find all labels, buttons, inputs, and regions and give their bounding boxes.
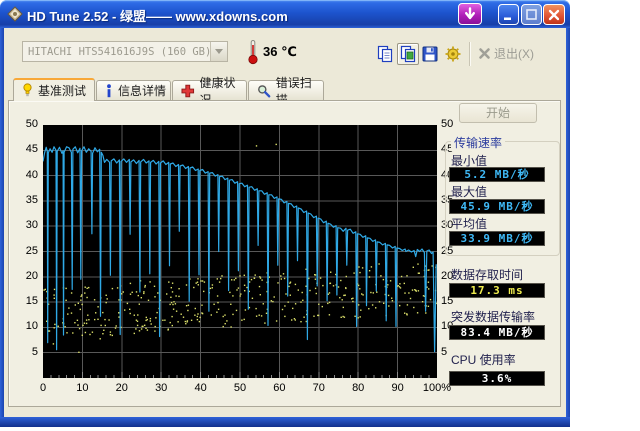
info-icon: [107, 83, 111, 97]
magnifier-icon: [258, 84, 271, 97]
y-left-tick-label: 35: [25, 193, 38, 206]
transfer-rate-group-title: 传输速率: [451, 134, 506, 151]
drive-select-value: HITACHI HTS541616J9S (160 GB): [28, 45, 210, 58]
lamp-icon: [23, 83, 32, 97]
access-time-display: 17.3 ms: [449, 283, 545, 298]
tab-info[interactable]: 信息详情: [96, 80, 171, 100]
x-tick-label: 20: [115, 382, 128, 394]
avg-value-display: 33.9 MB/秒: [449, 231, 545, 246]
minimize-button[interactable]: [498, 4, 519, 25]
y-left-tick-label: 25: [25, 244, 38, 257]
y-left-tick-label: 40: [25, 168, 38, 181]
exit-button[interactable]: 退出(X): [478, 45, 534, 62]
burst-rate-display: 83.4 MB/秒: [449, 325, 545, 340]
y-left-tick-label: 20: [25, 269, 38, 282]
tab-health[interactable]: 健康状况: [172, 76, 247, 107]
maximize-button[interactable]: [521, 4, 542, 25]
y-left-tick-label: 5: [31, 345, 38, 358]
tab-benchmark[interactable]: 基准测试: [13, 78, 95, 101]
y-left-tick-label: 45: [25, 143, 38, 156]
window-border-right: [566, 28, 570, 417]
tab-info-label: 信息详情: [118, 84, 167, 98]
titlebar[interactable]: HD Tune 2.52 - 绿盟—— www.xdowns.com: [0, 0, 570, 28]
tab-benchmark-label: 基准测试: [38, 84, 87, 98]
benchmark-chart: [43, 125, 437, 378]
window-border-left: [0, 28, 4, 417]
exit-button-label: 退出(X): [494, 47, 534, 61]
copy-icon: [377, 45, 393, 63]
avg-label: 平均值: [451, 217, 488, 231]
y-left-tick-label: 30: [25, 219, 38, 232]
x-tick-label: 80: [352, 382, 365, 394]
close-button[interactable]: [543, 4, 565, 25]
minimize-icon: [504, 17, 511, 20]
copy-image-icon: [400, 45, 416, 63]
dropdown-arrow-icon[interactable]: [210, 42, 227, 61]
x-tick-label: 30: [155, 382, 168, 394]
download-button[interactable]: [458, 3, 482, 25]
window-title: HD Tune 2.52 - 绿盟—— www.xdowns.com: [27, 9, 288, 24]
toolbar-separator: [469, 42, 471, 66]
window-border-bottom: [0, 417, 570, 427]
options-button[interactable]: [442, 43, 464, 65]
thermometer-icon: [248, 40, 258, 65]
access-time-label: 数据存取时间: [451, 268, 524, 282]
tab-error-scan[interactable]: 错误扫描: [248, 76, 324, 107]
y-left-tick-label: 50: [25, 118, 38, 130]
x-tick-label: 50: [233, 382, 247, 394]
maximize-icon: [526, 9, 537, 20]
min-value-display: 5.2 MB/秒: [449, 167, 545, 182]
close-icon: [548, 9, 560, 20]
max-label: 最大值: [451, 185, 488, 199]
drive-temperature: 36 ℃: [263, 44, 297, 59]
cpu-usage-label: CPU 使用率: [451, 353, 516, 367]
x-tick-label: 90: [391, 382, 404, 394]
drive-select[interactable]: HITACHI HTS541616J9S (160 GB): [22, 41, 228, 62]
x-tick-label: 40: [194, 382, 207, 394]
copy-text-button[interactable]: [374, 43, 396, 65]
options-icon: [445, 46, 461, 62]
hd-tune-window: HD Tune 2.52 - 绿盟—— www.xdowns.com HITAC…: [0, 0, 570, 427]
cpu-usage-display: 3.6%: [449, 371, 545, 386]
exit-x-icon: [479, 48, 490, 59]
save-icon: [422, 46, 438, 62]
save-screenshot-button[interactable]: [419, 43, 441, 65]
x-tick-label: 70: [312, 382, 325, 394]
down-arrow-icon: [465, 7, 475, 20]
start-button[interactable]: 开始: [459, 103, 537, 123]
burst-rate-label: 突发数据传输率: [451, 310, 536, 324]
y-left-tick-label: 10: [25, 320, 38, 333]
y-left-tick-label: 15: [25, 295, 38, 308]
x-tick-label: 10: [76, 382, 89, 394]
x-tick-label: 60: [273, 382, 286, 394]
max-value-display: 45.9 MB/秒: [449, 199, 545, 214]
copy-screenshot-button[interactable]: [397, 43, 419, 65]
x-tick-label: 0: [39, 382, 47, 394]
app-icon: [7, 6, 23, 22]
health-cross-icon: [181, 84, 195, 97]
